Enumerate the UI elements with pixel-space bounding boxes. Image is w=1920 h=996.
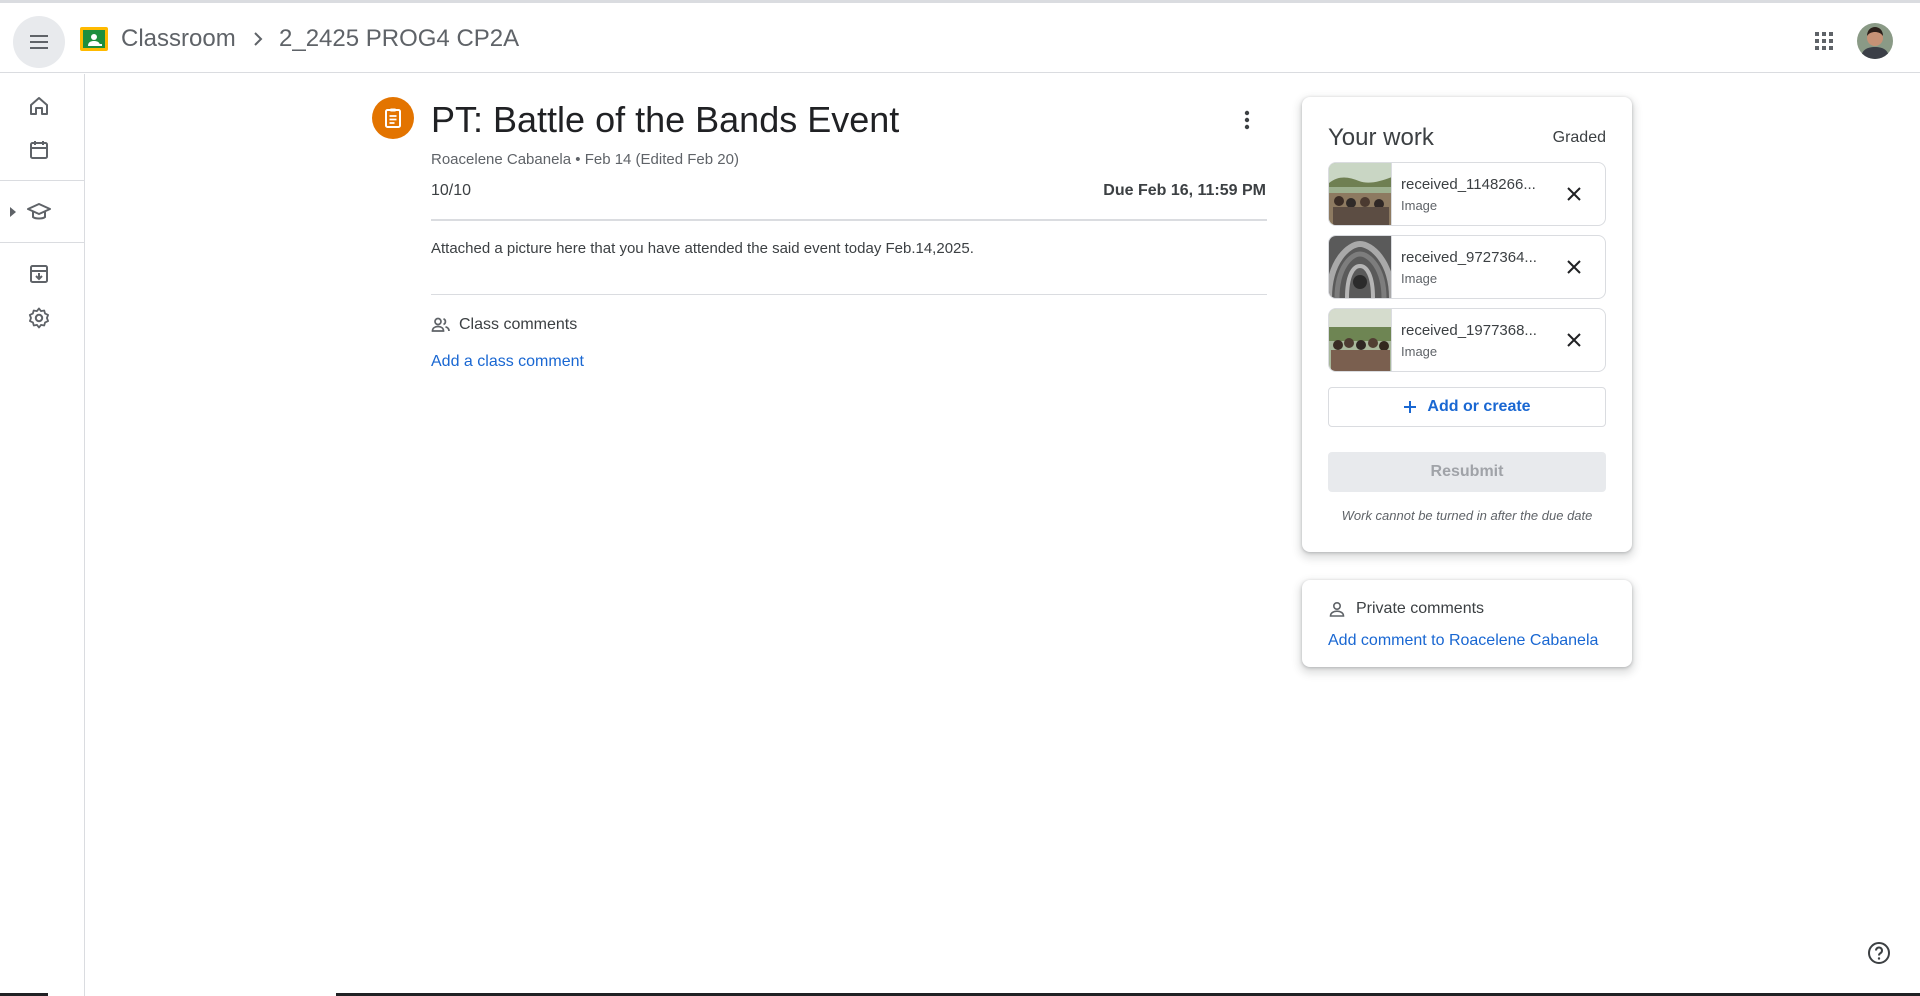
more-vert-icon (1244, 110, 1250, 130)
help-icon (1868, 942, 1890, 964)
attachment-item[interactable]: received_9727364... Image (1328, 235, 1606, 299)
graduation-cap-icon (27, 203, 51, 220)
breadcrumb-app[interactable]: Classroom (121, 23, 236, 55)
caret-right-icon[interactable] (9, 206, 17, 218)
home-icon (30, 97, 48, 115)
assignment-instructions: Attached a picture here that you have at… (431, 240, 974, 257)
remove-attachment-button[interactable] (1559, 179, 1589, 209)
assignment-title: PT: Battle of the Bands Event (431, 99, 900, 140)
close-icon (1567, 187, 1581, 201)
avatar-image (1857, 23, 1893, 59)
attachment-thumbnail (1329, 163, 1392, 225)
assignment-due-date: Due Feb 16, 11:59 PM (1103, 182, 1266, 199)
your-work-title: Your work (1328, 124, 1434, 151)
header-divider (431, 219, 1267, 221)
people-icon (431, 317, 450, 332)
private-comments-label: Private comments (1356, 600, 1485, 617)
resubmit-button[interactable]: Resubmit (1328, 452, 1606, 492)
private-comments-card: Private comments Add comment to Roacelen… (1302, 580, 1632, 667)
calendar-icon (30, 141, 48, 159)
remove-attachment-button[interactable] (1559, 325, 1589, 355)
settings-icon (28, 307, 49, 329)
archive-icon (30, 265, 48, 283)
close-icon (1567, 260, 1581, 274)
apps-grid-icon (1815, 32, 1833, 50)
classroom-logo-icon[interactable] (80, 27, 108, 51)
assignment-badge (372, 97, 414, 139)
main-menu-button[interactable] (13, 16, 65, 68)
assignment-author-date: Roacelene Cabanela • Feb 14 (Edited Feb … (431, 151, 739, 168)
assignment-grade: 10/10 (431, 182, 472, 199)
close-icon (1567, 333, 1581, 347)
attachment-type: Image (1401, 271, 1438, 286)
nav-settings[interactable] (24, 303, 54, 333)
attachment-type: Image (1401, 344, 1438, 359)
person-icon (1329, 601, 1345, 617)
top-bar: Classroom 2_2425 PROG4 CP2A (0, 3, 1920, 73)
attachment-type: Image (1401, 198, 1438, 213)
assignment-icon (385, 108, 401, 128)
attachment-name: received_1148266... (1401, 176, 1536, 193)
add-or-create-button[interactable]: Add or create (1328, 387, 1606, 427)
comments-divider (431, 294, 1267, 295)
rail-divider (0, 242, 84, 243)
help-button[interactable] (1864, 938, 1894, 968)
nav-archived[interactable] (24, 259, 54, 289)
add-private-comment-link[interactable]: Add comment to Roacelene Cabanela (1328, 631, 1598, 651)
google-apps-button[interactable] (1806, 23, 1842, 59)
plus-icon (1404, 401, 1417, 413)
attachment-item[interactable]: received_1148266... Image (1328, 162, 1606, 226)
nav-home[interactable] (24, 91, 54, 121)
nav-calendar[interactable] (24, 135, 54, 165)
due-date-note: Work cannot be turned in after the due d… (1341, 508, 1593, 523)
add-or-create-label: Add or create (1427, 398, 1531, 415)
remove-attachment-button[interactable] (1559, 252, 1589, 282)
attachment-name: received_9727364... (1401, 249, 1537, 266)
attachment-thumbnail (1329, 309, 1392, 371)
chevron-right-icon (254, 32, 263, 46)
navigation-rail (0, 74, 85, 996)
account-avatar[interactable] (1857, 23, 1893, 59)
add-class-comment-link[interactable]: Add a class comment (431, 352, 584, 372)
class-comments-label: Class comments (459, 316, 578, 333)
more-options-button[interactable] (1231, 102, 1263, 138)
rail-divider (0, 180, 84, 181)
nav-enrolled[interactable] (24, 197, 54, 227)
your-work-card: Your work Graded received_1148266... Ima… (1302, 97, 1632, 552)
work-status-label: Graded (1552, 129, 1606, 146)
menu-icon (30, 35, 48, 49)
attachment-thumbnail (1329, 236, 1392, 298)
attachment-item[interactable]: received_1977368... Image (1328, 308, 1606, 372)
attachment-name: received_1977368... (1401, 322, 1537, 339)
breadcrumb-class[interactable]: 2_2425 PROG4 CP2A (279, 23, 519, 55)
